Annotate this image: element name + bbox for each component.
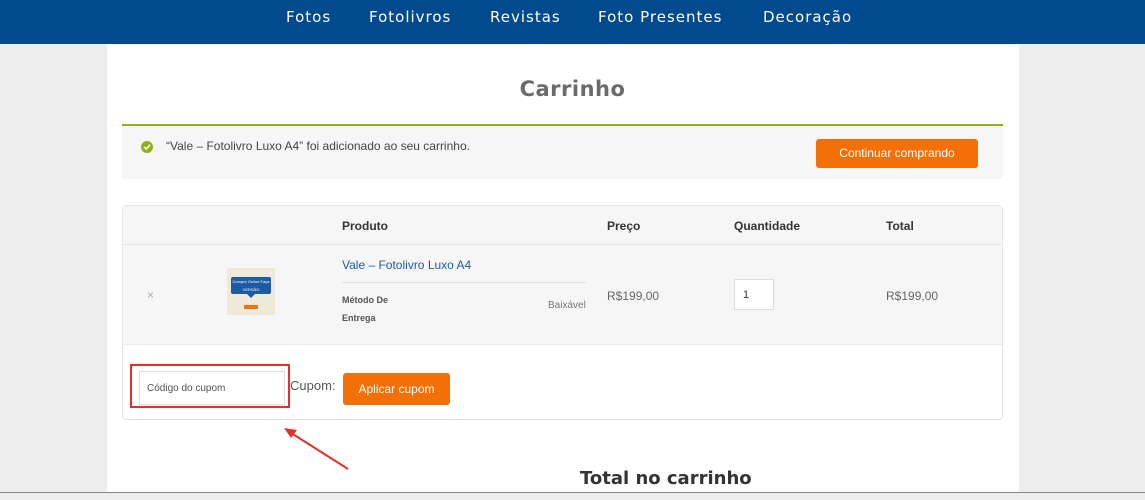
remove-item-icon[interactable]: ×: [147, 288, 154, 302]
divider: [0, 492, 1145, 500]
divider: [342, 282, 586, 283]
column-header-quantity: Quantidade: [734, 219, 801, 233]
cart-table-header: Produto Preço Quantidade Total: [123, 206, 1002, 245]
continue-shopping-button[interactable]: Continuar comprando: [816, 139, 978, 168]
column-header-price: Preço: [607, 219, 641, 233]
check-circle-icon: [141, 141, 153, 153]
quantity-input[interactable]: [734, 279, 774, 310]
cart-notice: “Vale – Fotolivro Luxo A4” foi adicionad…: [122, 124, 1003, 179]
delivery-method-label: Método De Entrega: [342, 295, 388, 323]
top-navigation: Fotos Fotolivros Revistas Foto Presentes…: [0, 0, 1145, 44]
product-name-link[interactable]: Vale – Fotolivro Luxo A4: [342, 258, 471, 272]
page-title: Carrinho: [519, 77, 626, 101]
cart-totals-title: Total no carrinho: [580, 468, 752, 489]
annotation-arrow-icon: [284, 428, 349, 470]
nav-item-revistas[interactable]: Revistas: [490, 8, 561, 26]
apply-coupon-button[interactable]: Aplicar cupom: [343, 373, 450, 405]
nav-item-fotolivros[interactable]: Fotolivros: [369, 8, 451, 26]
annotation-highlight-box: [130, 364, 290, 408]
product-thumbnail[interactable]: Compre Online Faça VERSÃO: [227, 268, 275, 315]
nav-item-fotos[interactable]: Fotos: [286, 8, 331, 26]
nav-item-foto-presentes[interactable]: Foto Presentes: [598, 8, 722, 26]
cart-item-row: × Compre Online Faça VERSÃO Vale – Fotol…: [123, 245, 1002, 345]
delivery-method-value: Baixável: [548, 300, 586, 311]
nav-item-decoracao[interactable]: Decoração: [763, 8, 852, 26]
notice-message: “Vale – Fotolivro Luxo A4” foi adicionad…: [166, 139, 470, 153]
column-header-total: Total: [886, 219, 914, 233]
thumbnail-text: Compre Online Faça VERSÃO: [231, 277, 271, 294]
column-header-product: Produto: [342, 219, 388, 233]
item-total: R$199,00: [886, 289, 939, 303]
coupon-label: Cupom:: [290, 378, 336, 393]
item-price: R$199,00: [607, 289, 660, 303]
